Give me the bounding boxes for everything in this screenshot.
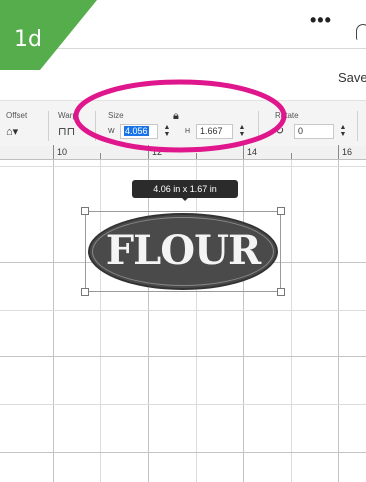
offset-icon[interactable]: ⌂▾ [6,125,18,138]
rotate-value: 0 [298,126,304,136]
step-label: 1d [14,27,42,52]
grid-line [291,160,292,482]
more-options-icon[interactable]: ••• [310,10,332,31]
toolbar-separator [48,111,49,141]
toolbar-separator [357,111,358,141]
resize-handle[interactable] [277,288,285,296]
ruler-tick [291,153,292,159]
grid-line [53,160,54,482]
grid-line [0,452,366,453]
ruler-tick [53,145,54,159]
ruler-number: 16 [342,147,353,157]
design-canvas[interactable] [0,160,366,482]
offset-label: Offset [6,111,28,120]
grid-line [148,160,149,482]
grid-line [196,160,197,482]
grid-line [0,404,366,405]
ruler-tick [338,145,339,159]
dimension-tooltip: 4.06 in x 1.67 in [132,180,238,201]
resize-handle[interactable] [81,288,89,296]
grid-line [338,160,339,482]
save-button[interactable]: Save [338,70,366,85]
grid-line [0,310,366,311]
grid-line [100,160,101,482]
grid-line [0,166,366,167]
rotate-stepper-icon[interactable]: ▲ ▼ [338,124,348,139]
ruler-number: 10 [57,147,68,157]
grid-line [243,160,244,482]
selection-box[interactable] [85,211,281,292]
bell-icon[interactable] [356,24,366,40]
resize-handle[interactable] [277,207,285,215]
annotation-ellipse [73,79,287,153]
rotate-field[interactable]: 0 [294,124,334,139]
grid-line [0,356,366,357]
resize-handle[interactable] [81,207,89,215]
